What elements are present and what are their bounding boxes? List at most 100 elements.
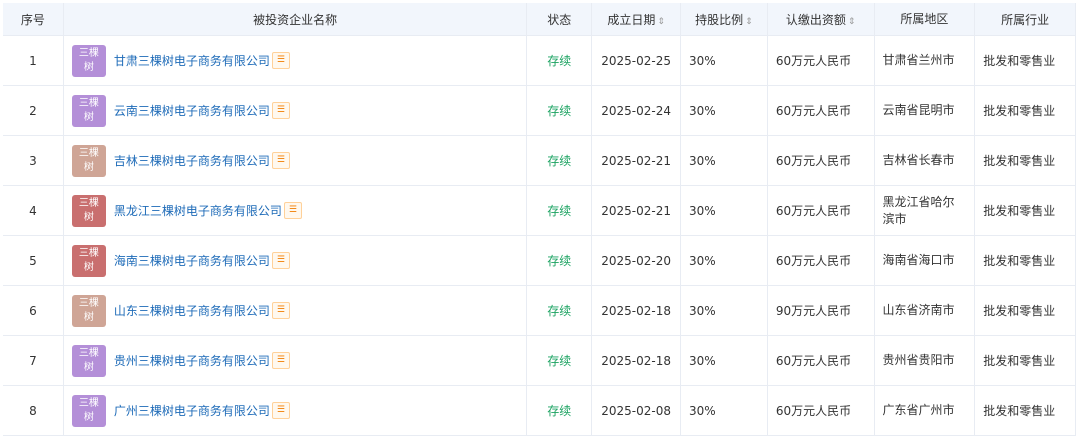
col-header-pct-label: 持股比例 — [695, 12, 744, 27]
company-name-link[interactable]: 黑龙江三棵树电子商务有限公司 — [114, 202, 282, 219]
table-header-row: 序号 被投资企业名称 状态 成立日期 ⇕ 持股比例 ⇕ 认缴出资额 ⇕ 所属地区 所属… — [3, 3, 1076, 36]
logo-text-top: 三棵 — [78, 397, 99, 409]
table-row: 5 三棵树 海南三棵树电子商务有限公司 ☰ 存续 2025-02-20 30% … — [3, 235, 1076, 286]
col-header-status-label: 状态 — [547, 12, 572, 27]
region-cell: 黑龙江省哈尔滨市 — [874, 185, 976, 236]
col-header-capital-label: 认缴出资额 — [785, 12, 846, 27]
capital-cell: 60万元人民币 — [767, 235, 875, 286]
org-chart-icon[interactable]: ☰ — [271, 102, 290, 119]
org-chart-icon[interactable]: ☰ — [271, 252, 290, 269]
org-chart-icon[interactable]: ☰ — [271, 302, 290, 319]
logo-text-bottom: 树 — [83, 161, 94, 173]
logo-text-bottom: 树 — [83, 311, 94, 323]
pct-cell: 30% — [680, 185, 768, 236]
logo-text-bottom: 树 — [83, 261, 94, 273]
row-index: 2 — [3, 85, 64, 136]
industry-cell: 批发和零售业 — [974, 185, 1076, 236]
industry-cell: 批发和零售业 — [974, 335, 1076, 386]
region-cell: 吉林省长春市 — [874, 135, 976, 186]
company-cell: 三棵树 甘肃三棵树电子商务有限公司 ☰ — [63, 35, 528, 86]
industry-cell: 批发和零售业 — [974, 385, 1076, 436]
pct-cell: 30% — [680, 85, 768, 136]
company-logo: 三棵树 — [71, 294, 106, 327]
logo-text-bottom: 树 — [83, 411, 94, 423]
org-chart-icon[interactable]: ☰ — [271, 152, 290, 169]
status-text: 存续 — [526, 35, 593, 86]
company-cell: 三棵树 黑龙江三棵树电子商务有限公司 ☰ — [63, 185, 528, 236]
col-header-status: 状态 — [526, 3, 593, 36]
company-name-link[interactable]: 吉林三棵树电子商务有限公司 — [114, 152, 270, 169]
logo-text-top: 三棵 — [78, 247, 99, 259]
table-row: 3 三棵树 吉林三棵树电子商务有限公司 ☰ 存续 2025-02-21 30% … — [3, 135, 1076, 186]
logo-text-bottom: 树 — [83, 361, 94, 373]
logo-text-top: 三棵 — [78, 347, 99, 359]
date-cell: 2025-02-25 — [591, 35, 682, 86]
investment-table: 序号 被投资企业名称 状态 成立日期 ⇕ 持股比例 ⇕ 认缴出资额 ⇕ 所属地区 所属… — [3, 3, 1076, 436]
logo-text-bottom: 树 — [83, 111, 94, 123]
pct-cell: 30% — [680, 235, 768, 286]
company-logo: 三棵树 — [71, 394, 106, 427]
company-logo: 三棵树 — [71, 144, 106, 177]
company-name-link[interactable]: 山东三棵树电子商务有限公司 — [114, 302, 270, 319]
capital-cell: 60万元人民币 — [767, 185, 875, 236]
org-chart-icon[interactable]: ☰ — [271, 352, 290, 369]
col-header-date[interactable]: 成立日期 ⇕ — [591, 3, 682, 36]
status-text: 存续 — [526, 385, 593, 436]
date-cell: 2025-02-24 — [591, 85, 682, 136]
company-cell: 三棵树 海南三棵树电子商务有限公司 ☰ — [63, 235, 528, 286]
table-row: 7 三棵树 贵州三棵树电子商务有限公司 ☰ 存续 2025-02-18 30% … — [3, 335, 1076, 386]
col-header-name-label: 被投资企业名称 — [253, 12, 338, 27]
sort-icon[interactable]: ⇕ — [848, 17, 856, 27]
table-row: 6 三棵树 山东三棵树电子商务有限公司 ☰ 存续 2025-02-18 30% … — [3, 285, 1076, 336]
company-name-link[interactable]: 甘肃三棵树电子商务有限公司 — [114, 52, 270, 69]
capital-cell: 60万元人民币 — [767, 85, 875, 136]
capital-cell: 60万元人民币 — [767, 335, 875, 386]
capital-cell: 60万元人民币 — [767, 385, 875, 436]
date-cell: 2025-02-18 — [591, 285, 682, 336]
sort-icon[interactable]: ⇕ — [745, 17, 753, 27]
company-name-link[interactable]: 云南三棵树电子商务有限公司 — [114, 102, 270, 119]
pct-cell: 30% — [680, 335, 768, 386]
logo-text-bottom: 树 — [83, 211, 94, 223]
company-logo: 三棵树 — [71, 94, 106, 127]
company-logo: 三棵树 — [71, 244, 106, 277]
company-name-link[interactable]: 海南三棵树电子商务有限公司 — [114, 252, 270, 269]
date-cell: 2025-02-21 — [591, 135, 682, 186]
org-chart-icon[interactable]: ☰ — [271, 52, 290, 69]
logo-text-top: 三棵 — [78, 97, 99, 109]
company-logo: 三棵树 — [71, 194, 106, 227]
row-index: 1 — [3, 35, 64, 86]
capital-cell: 90万元人民币 — [767, 285, 875, 336]
col-header-capital[interactable]: 认缴出资额 ⇕ — [767, 3, 875, 36]
date-cell: 2025-02-18 — [591, 335, 682, 386]
col-header-pct[interactable]: 持股比例 ⇕ — [680, 3, 768, 36]
company-logo: 三棵树 — [71, 344, 106, 377]
pct-cell: 30% — [680, 35, 768, 86]
pct-cell: 30% — [680, 135, 768, 186]
status-text: 存续 — [526, 185, 593, 236]
col-header-industry: 所属行业 — [974, 3, 1076, 36]
pct-cell: 30% — [680, 285, 768, 336]
company-cell: 三棵树 吉林三棵树电子商务有限公司 ☰ — [63, 135, 528, 186]
table-row: 4 三棵树 黑龙江三棵树电子商务有限公司 ☰ 存续 2025-02-21 30%… — [3, 185, 1076, 236]
capital-cell: 60万元人民币 — [767, 35, 875, 86]
logo-text-top: 三棵 — [78, 47, 99, 59]
industry-cell: 批发和零售业 — [974, 285, 1076, 336]
company-cell: 三棵树 广州三棵树电子商务有限公司 ☰ — [63, 385, 528, 436]
industry-cell: 批发和零售业 — [974, 85, 1076, 136]
industry-cell: 批发和零售业 — [974, 235, 1076, 286]
col-header-industry-label: 所属行业 — [1001, 12, 1050, 27]
company-name-link[interactable]: 贵州三棵树电子商务有限公司 — [114, 352, 270, 369]
status-text: 存续 — [526, 235, 593, 286]
org-chart-icon[interactable]: ☰ — [271, 402, 290, 419]
company-cell: 三棵树 山东三棵树电子商务有限公司 ☰ — [63, 285, 528, 336]
logo-text-top: 三棵 — [78, 297, 99, 309]
status-text: 存续 — [526, 135, 593, 186]
row-index: 5 — [3, 235, 64, 286]
sort-icon[interactable]: ⇕ — [657, 17, 665, 27]
row-index: 7 — [3, 335, 64, 386]
company-name-link[interactable]: 广州三棵树电子商务有限公司 — [114, 402, 270, 419]
col-header-index: 序号 — [3, 3, 64, 36]
org-chart-icon[interactable]: ☰ — [283, 202, 302, 219]
row-index: 6 — [3, 285, 64, 336]
